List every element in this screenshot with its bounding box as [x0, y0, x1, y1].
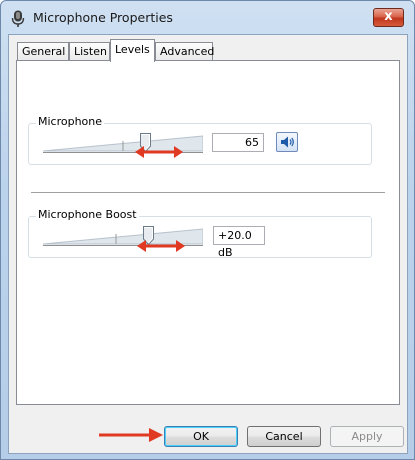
ok-button[interactable]: OK: [164, 426, 238, 447]
cancel-button[interactable]: Cancel: [247, 426, 321, 447]
tab-levels[interactable]: Levels: [110, 39, 155, 62]
speaker-icon: [281, 136, 294, 148]
microphone-boost-label: Microphone Boost: [36, 208, 139, 221]
microphone-icon: [11, 10, 25, 27]
microphone-label: Microphone: [36, 115, 105, 128]
tab-label: Advanced: [160, 45, 215, 58]
tab-label: Listen: [74, 45, 107, 58]
levels-panel: Microphone 65 Microphone Boost +20.0 dB: [16, 60, 400, 405]
double-arrow-annotation: [135, 146, 183, 158]
tab-listen[interactable]: Listen: [69, 42, 110, 61]
boost-level-field[interactable]: +20.0 dB: [213, 226, 265, 259]
separator: [31, 192, 385, 193]
tab-label: Levels: [115, 43, 150, 56]
close-button[interactable]: x: [373, 8, 404, 27]
microphone-level-field[interactable]: 65: [212, 133, 264, 152]
microphone-group: Microphone 65: [28, 115, 372, 165]
microphone-boost-group: Microphone Boost +20.0 dB: [28, 208, 372, 259]
apply-button-label: Apply: [351, 430, 383, 443]
cancel-button-label: Cancel: [265, 430, 303, 443]
tab-general[interactable]: General: [17, 42, 69, 61]
close-icon: x: [384, 9, 393, 24]
dialog-client: General Listen Levels Advanced Microphon…: [8, 34, 408, 454]
tab-label: General: [22, 45, 66, 58]
properties-window: Microphone Properties x General Listen L…: [0, 0, 415, 460]
window-title: Microphone Properties: [33, 10, 173, 25]
ok-button-label: OK: [193, 430, 209, 443]
double-arrow-annotation: [137, 240, 185, 252]
apply-button[interactable]: Apply: [330, 426, 404, 447]
mute-toggle-button[interactable]: [276, 132, 298, 152]
boost-level-value: +20.0 dB: [218, 229, 252, 259]
pointer-arrow-annotation: [99, 428, 163, 442]
microphone-level-value: 65: [245, 136, 259, 149]
title-bar[interactable]: Microphone Properties x: [1, 1, 414, 35]
tab-advanced[interactable]: Advanced: [155, 42, 215, 61]
